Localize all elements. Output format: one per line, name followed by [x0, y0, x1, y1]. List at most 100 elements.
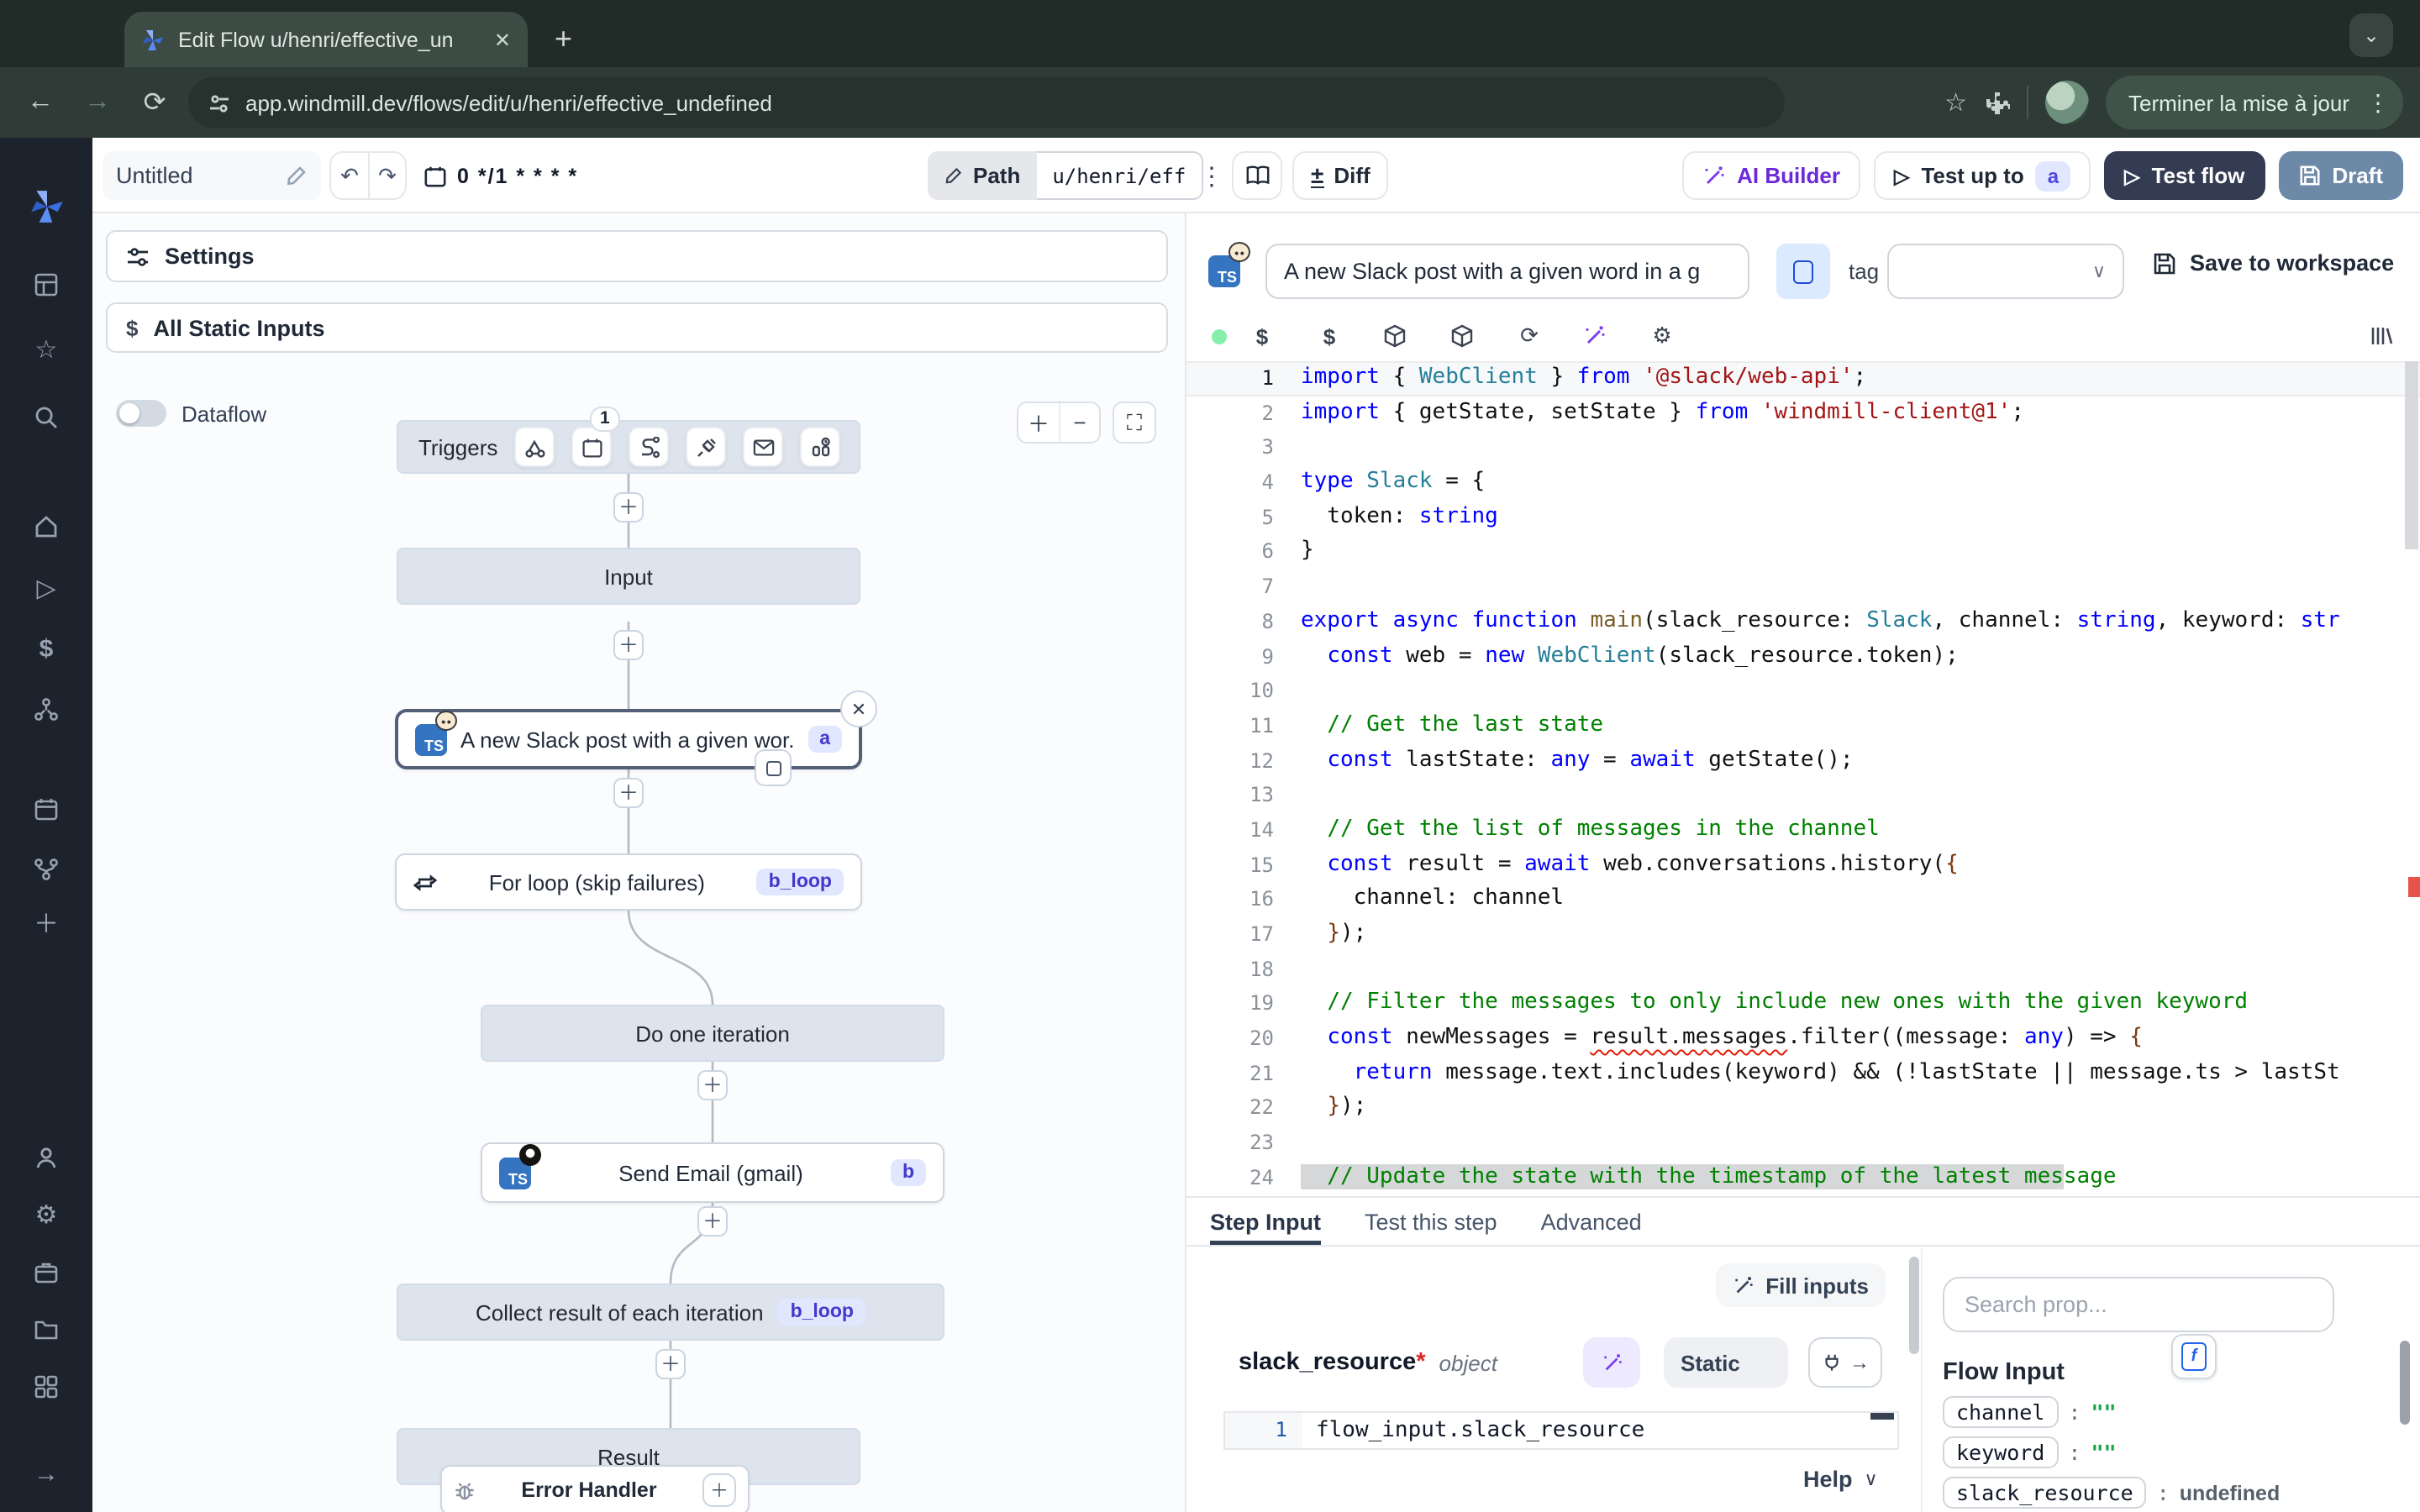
- ai-builder-button[interactable]: AI Builder: [1681, 151, 1860, 200]
- resources-dollar-icon[interactable]: $: [1311, 318, 1348, 354]
- ai-assist-icon[interactable]: [1576, 318, 1613, 354]
- prop-panel-scrollbar[interactable]: [2400, 1341, 2410, 1425]
- add-step-button[interactable]: ＋: [655, 1349, 686, 1379]
- browser-tab[interactable]: Edit Flow u/henri/effective_un ✕: [124, 12, 528, 67]
- prop-row-slack-resource[interactable]: slack_resource : undefined: [1943, 1477, 2280, 1509]
- tag-select[interactable]: ∨: [1887, 244, 2124, 299]
- sidebar-item-resources[interactable]: [0, 687, 92, 731]
- address-bar[interactable]: app.windmill.dev/flows/edit/u/henri/effe…: [188, 77, 1785, 128]
- sidebar-item-user[interactable]: [0, 1136, 92, 1179]
- save-to-workspace-button[interactable]: Save to workspace: [2153, 250, 2394, 276]
- zoom-in-button[interactable]: ＋: [1018, 403, 1059, 442]
- help-toggle[interactable]: Help ∨: [1803, 1467, 1878, 1492]
- sidebar-item-home[interactable]: [0, 504, 92, 548]
- test-up-to-button[interactable]: ▷ Test up to a: [1874, 151, 2091, 200]
- sidebar-item-folders[interactable]: [0, 1307, 92, 1351]
- input-expression-editor[interactable]: 1 flow_input.slack_resource: [1223, 1411, 1899, 1450]
- add-step-button[interactable]: ＋: [697, 1206, 728, 1236]
- profile-avatar[interactable]: [2044, 81, 2088, 124]
- static-inputs-button[interactable]: $ All Static Inputs: [106, 302, 1168, 353]
- package-lock-icon[interactable]: [1444, 318, 1481, 354]
- sidebar-item-runs[interactable]: ▷: [0, 566, 92, 610]
- add-step-button[interactable]: ＋: [613, 630, 644, 660]
- add-step-button[interactable]: ＋: [613, 778, 644, 808]
- variables-icon[interactable]: $: [1244, 318, 1281, 354]
- add-step-button[interactable]: ＋: [697, 1070, 728, 1100]
- search-prop-input[interactable]: Search prop...: [1943, 1277, 2334, 1332]
- schedule-summary[interactable]: 0 */1 * * * *: [424, 151, 578, 200]
- input-node[interactable]: Input: [397, 548, 860, 605]
- edit-name-pencil-icon[interactable]: [286, 165, 308, 186]
- fit-view-button[interactable]: ⛶: [1114, 403, 1155, 442]
- sidebar-item-table[interactable]: [0, 262, 92, 306]
- schedule-trigger-icon[interactable]: [571, 427, 612, 467]
- connect-input-button[interactable]: →: [1808, 1337, 1882, 1388]
- email-step-node[interactable]: TS Send Email (gmail) b: [481, 1142, 944, 1203]
- prop-row-channel[interactable]: channel : "": [1943, 1396, 2117, 1428]
- extensions-icon[interactable]: [1984, 90, 2009, 115]
- prop-chip[interactable]: channel: [1943, 1396, 2058, 1428]
- path-value[interactable]: u/henri/eff: [1037, 151, 1202, 200]
- forward-icon[interactable]: →: [74, 79, 121, 126]
- flow-name-input[interactable]: Untitled: [103, 151, 321, 200]
- tab-test-this-step[interactable]: Test this step: [1365, 1198, 1497, 1245]
- back-icon[interactable]: ←: [17, 79, 64, 126]
- email-trigger-icon[interactable]: [743, 427, 783, 467]
- dataflow-toggle[interactable]: Dataflow: [116, 400, 266, 427]
- delete-step-icon[interactable]: ✕: [840, 690, 877, 727]
- prop-row-keyword[interactable]: keyword : "": [1943, 1436, 2117, 1468]
- code-editor[interactable]: 1import { WebClient } from '@slack/web-a…: [1186, 361, 2420, 1196]
- iteration-node[interactable]: Do one iteration: [481, 1005, 944, 1062]
- editor-scrollbar[interactable]: [2405, 361, 2418, 549]
- step-summary-input[interactable]: A new Slack post with a given word in a …: [1265, 244, 1749, 299]
- editor-settings-gear-icon[interactable]: ⚙: [1644, 318, 1681, 354]
- chrome-menu-icon[interactable]: ⋮: [2366, 88, 2390, 117]
- sidebar-item-flows[interactable]: [0, 847, 92, 890]
- route-trigger-icon[interactable]: [629, 427, 669, 467]
- slack-step-node[interactable]: TS A new Slack post with a given wor... …: [395, 709, 862, 769]
- forloop-step-node[interactable]: For loop (skip failures) b_loop: [395, 853, 862, 911]
- sidebar-item-workers[interactable]: [0, 1250, 92, 1294]
- tab-close-icon[interactable]: ✕: [494, 28, 511, 51]
- panel-scrollbar[interactable]: [1909, 1257, 1919, 1354]
- prop-chip[interactable]: keyword: [1943, 1436, 2058, 1468]
- input-mode-toggle[interactable]: Static f: [1664, 1337, 1788, 1388]
- sidebar-item-settings[interactable]: ⚙: [0, 1193, 92, 1236]
- site-settings-icon[interactable]: [208, 92, 230, 113]
- sidebar-item-favorites[interactable]: ☆: [0, 328, 92, 371]
- windmill-logo[interactable]: [0, 185, 92, 228]
- poll-trigger-icon[interactable]: [800, 427, 840, 467]
- flow-settings-button[interactable]: Settings: [106, 230, 1168, 282]
- sidebar-item-variables[interactable]: $: [0, 627, 92, 670]
- sidebar-item-schedules[interactable]: [0, 786, 92, 830]
- more-actions-icon[interactable]: ⋮: [1193, 151, 1230, 200]
- error-handler-node[interactable]: Error Handler ＋: [440, 1465, 750, 1512]
- sidebar-item-search[interactable]: [0, 395, 92, 438]
- draft-button[interactable]: Draft: [2278, 151, 2403, 200]
- sidebar-collapse-icon[interactable]: →: [0, 1452, 92, 1495]
- fill-inputs-button[interactable]: Fill inputs: [1715, 1263, 1886, 1307]
- undo-button[interactable]: ↶: [331, 153, 368, 198]
- add-step-button[interactable]: ＋: [613, 492, 644, 522]
- triggers-node[interactable]: Triggers 1: [397, 420, 860, 474]
- docs-button[interactable]: [1232, 151, 1282, 200]
- redo-button[interactable]: ↷: [368, 153, 405, 198]
- update-chrome-button[interactable]: Terminer la mise à jour ⋮: [2105, 76, 2403, 129]
- reload-icon[interactable]: ⟳: [131, 79, 178, 126]
- path-chip[interactable]: Path u/henri/eff: [928, 151, 1202, 200]
- test-flow-button[interactable]: ▷ Test flow: [2104, 151, 2265, 200]
- ai-fill-arg-button[interactable]: [1583, 1337, 1640, 1388]
- sidebar-item-add[interactable]: ＋: [0, 900, 92, 944]
- new-tab-button[interactable]: +: [555, 17, 572, 60]
- sidebar-item-apps[interactable]: [0, 1364, 92, 1408]
- tab-step-input[interactable]: Step Input: [1210, 1198, 1321, 1245]
- tab-advanced[interactable]: Advanced: [1541, 1198, 1642, 1245]
- bookmark-star-icon[interactable]: ☆: [1944, 87, 1967, 118]
- tab-search-chevron-icon[interactable]: ⌄: [2349, 13, 2393, 57]
- step-skip-stop-icon[interactable]: [755, 749, 792, 786]
- zoom-out-button[interactable]: −: [1059, 403, 1099, 442]
- add-error-handler-button[interactable]: ＋: [702, 1473, 736, 1507]
- diff-button[interactable]: ± Diff: [1292, 151, 1389, 200]
- step-stop-toggle-button[interactable]: [1776, 244, 1830, 299]
- reload-script-icon[interactable]: ⟳: [1511, 318, 1548, 354]
